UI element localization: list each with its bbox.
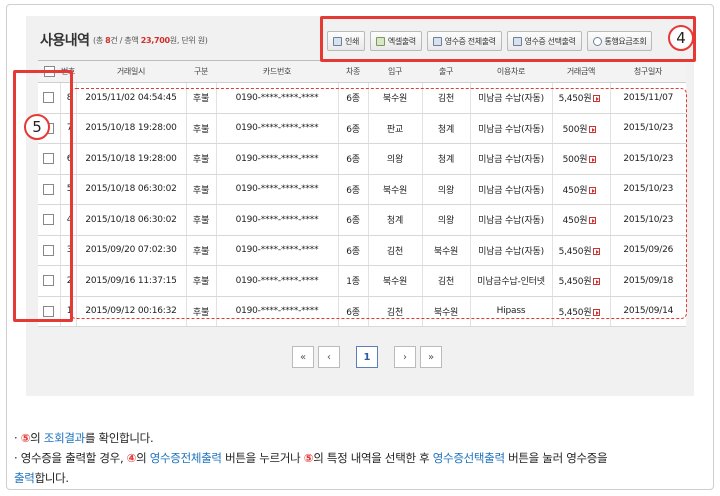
note-line-3: 출력합니다. <box>14 471 69 485</box>
callout-number-4: 4 <box>668 25 694 51</box>
col-entry: 입구 <box>368 60 422 83</box>
col-exit: 출구 <box>422 60 470 83</box>
usage-summary: (총 8건 / 총액 23,700원, 단위 원) <box>93 36 208 45</box>
total-amount: 23,700 <box>140 36 170 45</box>
col-lane: 이용차로 <box>470 60 552 83</box>
link-receipt-all[interactable]: 영수증전체출력 <box>150 451 222 465</box>
col-datetime: 거래일시 <box>76 60 186 83</box>
instruction-notes: · ⑤의 조회결과를 확인합니다. · 영수증을 출력할 경우, ④의 영수증전… <box>14 428 714 488</box>
table-header: 번호 거래일시 구분 카드번호 차종 입구 출구 이용차로 거래금액 청구일자 <box>38 60 686 83</box>
callout-dashed-results <box>70 88 687 319</box>
callout-highlight-toolbar <box>320 16 696 62</box>
last-page-button[interactable]: » <box>420 346 442 368</box>
page-title: 사용내역 <box>40 33 90 49</box>
link-search-results[interactable]: 조회결과 <box>44 431 85 445</box>
link-receipt-selected[interactable]: 영수증선택출력 <box>433 451 505 465</box>
page-1-button[interactable]: 1 <box>356 346 378 368</box>
col-billing-date: 청구일자 <box>610 60 686 83</box>
col-amount: 거래금액 <box>552 60 610 83</box>
first-page-button[interactable]: « <box>292 346 314 368</box>
callout-number-5: 5 <box>24 114 50 140</box>
callout-highlight-checkboxes <box>13 70 73 322</box>
link-print[interactable]: 출력 <box>14 471 35 485</box>
pagination: « ‹ 1 › » <box>292 346 442 368</box>
next-page-button[interactable]: › <box>394 346 416 368</box>
note-line-1: · ⑤의 조회결과를 확인합니다. <box>14 431 154 445</box>
col-card: 카드번호 <box>216 60 338 83</box>
note-line-2: · 영수증을 출력할 경우, ④의 영수증전체출력 버튼을 누르거나 ⑤의 특정… <box>14 451 608 465</box>
prev-page-button[interactable]: ‹ <box>318 346 340 368</box>
col-vehicle: 차종 <box>338 60 368 83</box>
col-type: 구분 <box>186 60 216 83</box>
